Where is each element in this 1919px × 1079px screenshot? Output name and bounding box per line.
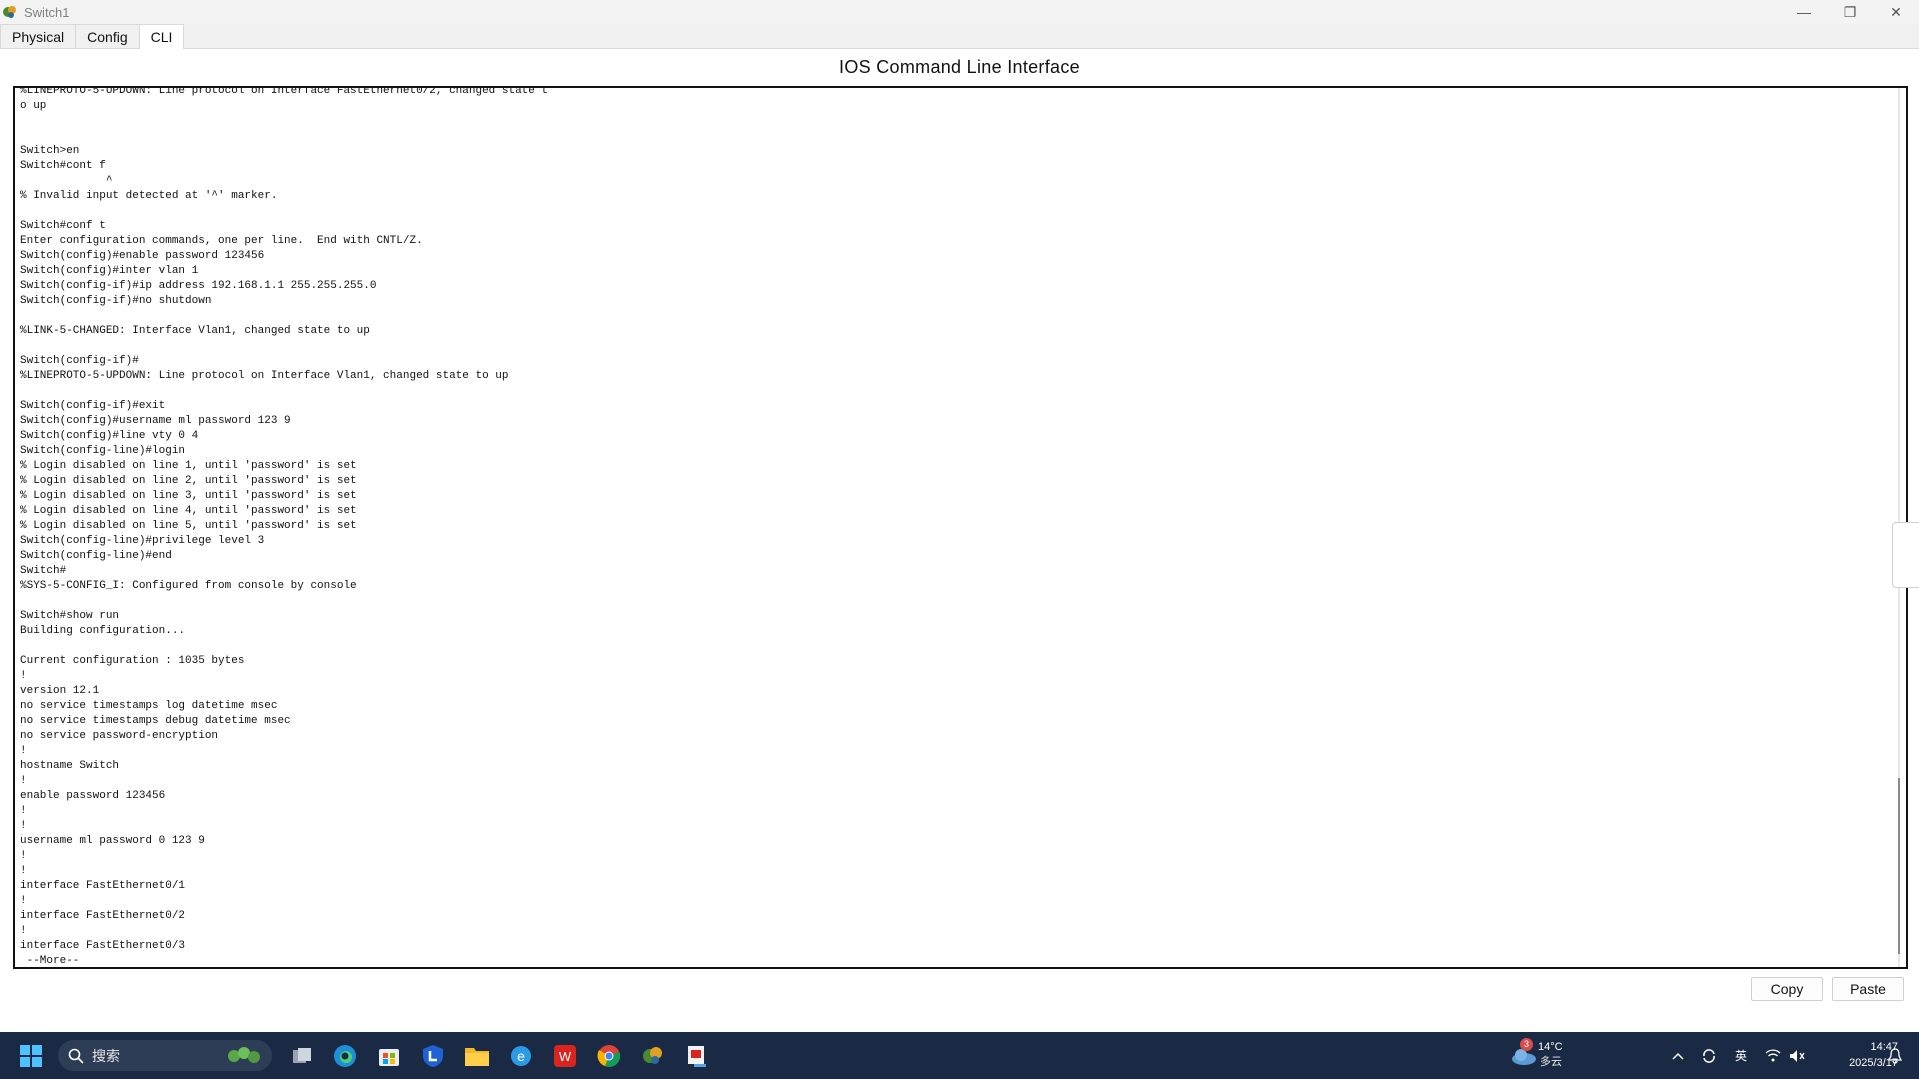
terminal-output[interactable]: %LINEPROTO-5-UPDOWN: Line protocol on In…	[20, 88, 548, 967]
minimize-button[interactable]: —	[1781, 0, 1827, 24]
notification-bell-icon[interactable]	[1884, 1032, 1906, 1079]
chevron-up-icon[interactable]	[1668, 1032, 1688, 1079]
close-icon: ✕	[1890, 3, 1902, 20]
copy-button[interactable]: Copy	[1751, 977, 1823, 1001]
svg-text:W: W	[559, 1049, 572, 1064]
chrome-icon[interactable]	[594, 1032, 624, 1079]
search-label: 搜索	[92, 1047, 120, 1064]
close-button[interactable]: ✕	[1873, 0, 1919, 24]
taskbar: 搜索 e W 3 14°C 多云 英 14:47 2025/3/17	[0, 1032, 1919, 1079]
ime-label: 英	[1734, 1049, 1747, 1063]
edge-icon[interactable]	[330, 1032, 360, 1079]
tab-bar: Physical Config CLI	[0, 24, 1919, 49]
cli-panel: IOS Command Line Interface %LINEPROTO-5-…	[0, 49, 1919, 1032]
paste-button[interactable]: Paste	[1832, 977, 1904, 1001]
terminal-console[interactable]: %LINEPROTO-5-UPDOWN: Line protocol on In…	[13, 86, 1908, 969]
tab-cli[interactable]: CLI	[138, 24, 185, 49]
wifi-icon[interactable]	[1762, 1032, 1784, 1079]
lenovo-icon[interactable]	[418, 1032, 448, 1079]
restore-icon: ❐	[1843, 3, 1857, 20]
clover-icon	[228, 1046, 260, 1063]
app-icon	[3, 6, 16, 18]
window-title: Switch1	[24, 4, 70, 20]
search-icon	[68, 1048, 84, 1064]
ime-indicator[interactable]: 英	[1730, 1032, 1752, 1079]
wps-icon[interactable]: W	[550, 1032, 580, 1079]
weather-desc[interactable]: 多云	[1540, 1056, 1562, 1069]
store-icon[interactable]	[374, 1032, 404, 1079]
restore-button[interactable]: ❐	[1827, 0, 1873, 24]
tab-config[interactable]: Config	[75, 24, 140, 48]
panel-title: IOS Command Line Interface	[839, 57, 1080, 77]
start-button[interactable]	[16, 1032, 46, 1079]
file-explorer-icon[interactable]	[462, 1032, 492, 1079]
minimize-icon: —	[1797, 4, 1811, 20]
weather-temp[interactable]: 14°C	[1538, 1041, 1563, 1054]
tab-physical[interactable]: Physical	[0, 24, 77, 48]
scrollbar-thumb[interactable]	[1898, 778, 1900, 954]
title-bar: Switch1 — ❐ ✕	[0, 0, 1919, 24]
task-view-icon[interactable]	[288, 1032, 316, 1079]
network-app-icon[interactable]	[682, 1032, 712, 1079]
taskbar-search[interactable]: 搜索	[58, 1040, 272, 1071]
weather-badge: 3	[1520, 1038, 1533, 1051]
side-panel-handle[interactable]	[1892, 522, 1919, 588]
windows-icon	[20, 1044, 42, 1067]
svg-text:e: e	[517, 1048, 525, 1064]
packet-tracer-icon[interactable]	[638, 1032, 668, 1079]
volume-icon[interactable]	[1786, 1032, 1808, 1079]
ie-icon[interactable]: e	[506, 1032, 536, 1079]
sync-icon[interactable]	[1698, 1032, 1720, 1079]
